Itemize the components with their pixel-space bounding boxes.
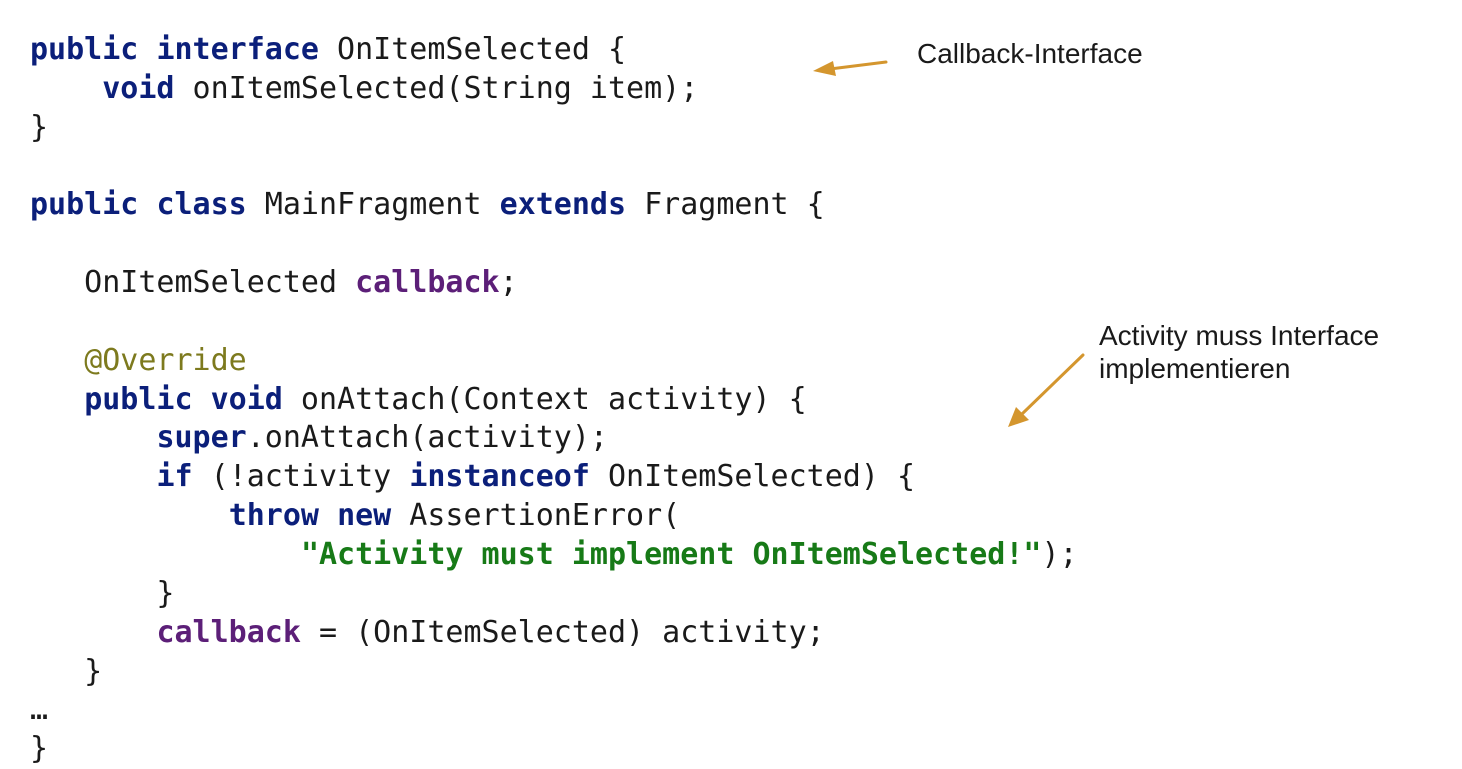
code-line: if (!activity instanceof OnItemSelected)…	[30, 458, 1078, 497]
code-token-kw: public	[84, 381, 193, 417]
code-token-fld: callback	[355, 265, 500, 301]
code-token: );	[1041, 536, 1078, 572]
code-line: callback = (OnItemSelected) activity;	[30, 614, 1078, 653]
code-token-kw: new	[337, 498, 392, 534]
code-token: }	[30, 575, 175, 611]
callback-interface-label: Callback-Interface	[917, 38, 1143, 69]
code-token: }	[30, 109, 49, 145]
callback-interface-note: Callback-Interface	[917, 37, 1143, 70]
code-token-kw: extends	[499, 187, 627, 223]
activity-note-line-1: Activity muss Interface	[1099, 320, 1380, 351]
code-token: onItemSelected(String item);	[174, 70, 699, 106]
code-token: onAttach(Context activity) {	[282, 381, 807, 417]
code-line: throw new AssertionError(	[30, 497, 1078, 536]
code-token-kw: public	[30, 32, 139, 67]
code-line: }	[30, 109, 1078, 148]
code-token-kw: void	[102, 70, 175, 106]
code-token-kw: void	[210, 381, 283, 417]
code-token-kw: instanceof	[409, 459, 590, 495]
code-line: public class MainFragment extends Fragme…	[30, 186, 1078, 225]
code-token-kw: throw	[228, 498, 319, 534]
code-line: super.onAttach(activity);	[30, 419, 1078, 458]
code-line: }	[30, 575, 1078, 614]
code-token-fld: callback	[156, 614, 301, 650]
code-token-kw: interface	[156, 32, 319, 67]
code-token: …	[30, 692, 49, 728]
code-token: OnItemSelected {	[319, 32, 627, 67]
code-line: …	[30, 691, 1078, 730]
code-token-kw: super	[156, 420, 247, 456]
code-token: AssertionError(	[391, 498, 681, 534]
code-token: .onAttach(activity);	[246, 420, 608, 456]
code-line: "Activity must implement OnItemSelected!…	[30, 536, 1078, 575]
code-line: }	[30, 653, 1078, 692]
code-line: void onItemSelected(String item);	[30, 70, 1078, 109]
code-token-kw: class	[156, 187, 247, 223]
code-block: public interface OnItemSelected { void o…	[30, 31, 1078, 769]
code-token: MainFragment	[246, 187, 500, 223]
code-token-kw: if	[156, 459, 193, 495]
code-token: Fragment {	[626, 187, 825, 223]
code-token-ann: @Override	[84, 342, 247, 378]
code-token: ;	[499, 265, 518, 301]
code-token-str: "Activity must implement OnItemSelected!…	[300, 536, 1042, 572]
code-token: (!activity	[192, 459, 410, 495]
code-line: }	[30, 730, 1078, 769]
code-token: }	[30, 731, 49, 767]
code-line: public void onAttach(Context activity) {	[30, 381, 1078, 420]
activity-implement-note: Activity muss Interface implementieren	[1099, 319, 1379, 385]
code-token: OnItemSelected) {	[589, 459, 916, 495]
code-token-kw: public	[30, 187, 139, 223]
code-line: @Override	[30, 342, 1078, 381]
code-token: = (OnItemSelected) activity;	[300, 614, 825, 650]
code-line: OnItemSelected callback;	[30, 264, 1078, 303]
code-token: }	[30, 653, 103, 689]
code-token: OnItemSelected	[30, 265, 356, 301]
activity-note-line-2: implementieren	[1099, 353, 1291, 384]
